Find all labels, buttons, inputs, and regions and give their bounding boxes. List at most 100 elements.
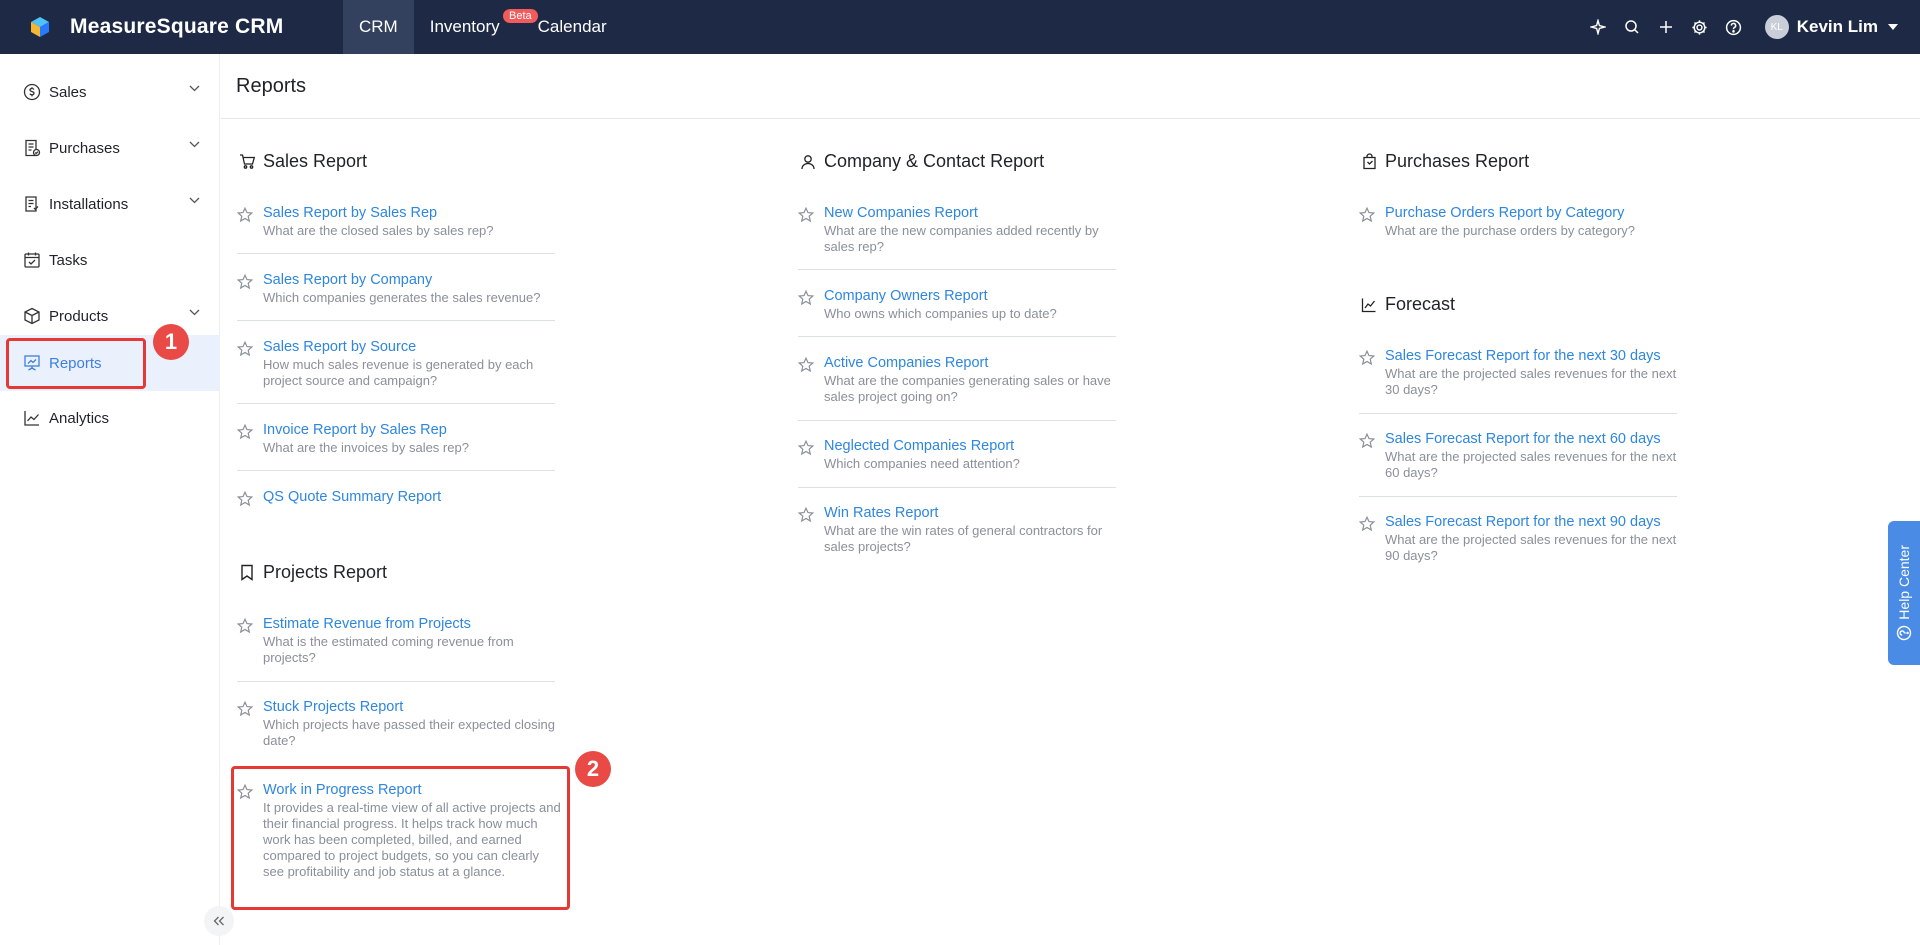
report-description: What are the new companies added recentl… bbox=[824, 223, 1099, 254]
report-link[interactable]: Stuck Projects Report bbox=[263, 699, 403, 715]
report-link[interactable]: Estimate Revenue from Projects bbox=[263, 616, 471, 632]
page-title: Reports bbox=[236, 74, 307, 97]
help-icon[interactable] bbox=[1717, 10, 1751, 44]
sidebar-item-installations[interactable]: Installations bbox=[0, 181, 220, 227]
report-link[interactable]: Sales Report by Company bbox=[263, 272, 432, 288]
help-center-label: Help Center bbox=[1896, 544, 1912, 620]
shopping-bag-icon bbox=[1359, 152, 1379, 172]
report-link[interactable]: Invoice Report by Sales Rep bbox=[263, 422, 447, 438]
beta-badge: Beta bbox=[503, 9, 538, 23]
avatar: KL bbox=[1764, 15, 1789, 39]
report-link[interactable]: Company Owners Report bbox=[824, 288, 988, 304]
chevron-down-icon bbox=[189, 197, 200, 204]
report-link[interactable]: Sales Forecast Report for the next 60 da… bbox=[1385, 431, 1661, 447]
plus-icon[interactable] bbox=[1649, 10, 1683, 44]
report-link[interactable]: QS Quote Summary Report bbox=[263, 489, 441, 505]
section-title-text: Sales Report bbox=[263, 151, 368, 171]
nav-calendar[interactable]: Calendar bbox=[538, 0, 623, 54]
divider bbox=[237, 470, 555, 471]
section-company-title: Company & Contact Report bbox=[798, 151, 1044, 172]
star-icon[interactable] bbox=[798, 440, 814, 456]
report-link[interactable]: New Companies Report bbox=[824, 205, 978, 221]
nav-crm-label: CRM bbox=[359, 17, 398, 36]
star-icon[interactable] bbox=[1359, 433, 1375, 449]
brand[interactable]: MeasureSquare CRM bbox=[28, 15, 343, 39]
sidebar-item-analytics[interactable]: Analytics bbox=[0, 395, 220, 441]
section-title-text: Projects Report bbox=[263, 562, 388, 582]
star-icon[interactable] bbox=[1359, 516, 1375, 532]
divider bbox=[1359, 496, 1677, 497]
trend-chart-icon bbox=[1359, 295, 1379, 315]
double-chevron-left-icon bbox=[213, 916, 224, 926]
star-icon[interactable] bbox=[798, 357, 814, 373]
star-icon[interactable] bbox=[1359, 350, 1375, 366]
highlight-box-work-in-progress bbox=[231, 766, 570, 910]
step-badge-1: 1 bbox=[153, 324, 189, 360]
report-description: What are the win rates of general contra… bbox=[824, 523, 1103, 554]
sidebar: Sales Purchases Installations Tasks Prod… bbox=[0, 54, 220, 945]
star-icon[interactable] bbox=[237, 341, 253, 357]
star-icon[interactable] bbox=[237, 701, 253, 717]
report-description: Which projects have passed their expecte… bbox=[263, 717, 555, 748]
report-description: How much sales revenue is generated by e… bbox=[263, 357, 534, 388]
star-icon[interactable] bbox=[237, 424, 253, 440]
report-link[interactable]: Win Rates Report bbox=[824, 505, 938, 521]
user-menu[interactable]: KL Kevin Lim bbox=[1764, 15, 1898, 39]
report-description: What are the projected sales revenues fo… bbox=[1385, 449, 1677, 480]
report-description: Which companies need attention? bbox=[824, 456, 1020, 471]
sidebar-item-label: Sales bbox=[49, 83, 87, 101]
star-icon[interactable] bbox=[798, 207, 814, 223]
report-link[interactable]: Sales Forecast Report for the next 90 da… bbox=[1385, 514, 1661, 530]
star-icon[interactable] bbox=[237, 618, 253, 634]
line-chart-icon bbox=[22, 408, 42, 428]
sidebar-item-purchases[interactable]: Purchases bbox=[0, 125, 220, 171]
sidebar-item-label: Products bbox=[49, 307, 109, 325]
star-icon[interactable] bbox=[237, 274, 253, 290]
sidebar-item-label: Analytics bbox=[49, 409, 110, 427]
section-purchases-title: Purchases Report bbox=[1359, 151, 1529, 172]
report-description: What are the companies generating sales … bbox=[824, 373, 1111, 404]
step-badge-2: 2 bbox=[575, 751, 611, 787]
help-center-tab[interactable]: Help Center bbox=[1888, 521, 1920, 665]
sidebar-item-sales[interactable]: Sales bbox=[0, 69, 220, 115]
divider bbox=[798, 336, 1116, 337]
report-description: What are the purchase orders by category… bbox=[1385, 223, 1636, 238]
nav-inventory-label: Inventory bbox=[429, 17, 500, 36]
cart-icon bbox=[237, 152, 257, 172]
report-description: What is the estimated coming revenue fro… bbox=[263, 634, 514, 665]
star-icon[interactable] bbox=[237, 491, 253, 507]
top-actions: KL Kevin Lim bbox=[1581, 10, 1898, 44]
sidebar-item-label: Purchases bbox=[49, 139, 120, 157]
nav-crm[interactable]: CRM bbox=[343, 0, 414, 54]
star-icon[interactable] bbox=[1359, 207, 1375, 223]
report-link[interactable]: Sales Report by Source bbox=[263, 339, 416, 355]
report-link[interactable]: Purchase Orders Report by Category bbox=[1385, 205, 1624, 221]
star-icon[interactable] bbox=[798, 290, 814, 306]
search-icon[interactable] bbox=[1615, 10, 1649, 44]
nav-inventory[interactable]: Inventory Beta bbox=[414, 0, 538, 54]
caret-down-icon bbox=[1888, 24, 1898, 30]
brand-logo-icon bbox=[31, 17, 49, 37]
app-name: MeasureSquare CRM bbox=[70, 15, 284, 38]
divider bbox=[237, 253, 555, 254]
divider bbox=[237, 681, 555, 682]
report-description: What are the invoices by sales rep? bbox=[263, 440, 469, 455]
report-link[interactable]: Sales Report by Sales Rep bbox=[263, 205, 437, 221]
sidebar-item-products[interactable]: Products bbox=[0, 293, 220, 339]
sidebar-item-tasks[interactable]: Tasks bbox=[0, 237, 220, 283]
divider bbox=[798, 420, 1116, 421]
star-icon[interactable] bbox=[237, 207, 253, 223]
nav-calendar-label: Calendar bbox=[537, 17, 607, 36]
report-link[interactable]: Neglected Companies Report bbox=[824, 438, 1014, 454]
gear-icon[interactable] bbox=[1683, 10, 1717, 44]
sidebar-item-label: Tasks bbox=[49, 251, 88, 269]
section-title-text: Forecast bbox=[1385, 294, 1456, 314]
bookmark-icon bbox=[237, 563, 257, 583]
report-description: Which companies generates the sales reve… bbox=[263, 290, 541, 305]
report-link[interactable]: Active Companies Report bbox=[824, 355, 988, 371]
report-link[interactable]: Sales Forecast Report for the next 30 da… bbox=[1385, 348, 1661, 364]
divider bbox=[237, 320, 555, 321]
star-icon[interactable] bbox=[798, 507, 814, 523]
collapse-sidebar-button[interactable] bbox=[204, 906, 234, 936]
sparkle-icon[interactable] bbox=[1581, 10, 1615, 44]
